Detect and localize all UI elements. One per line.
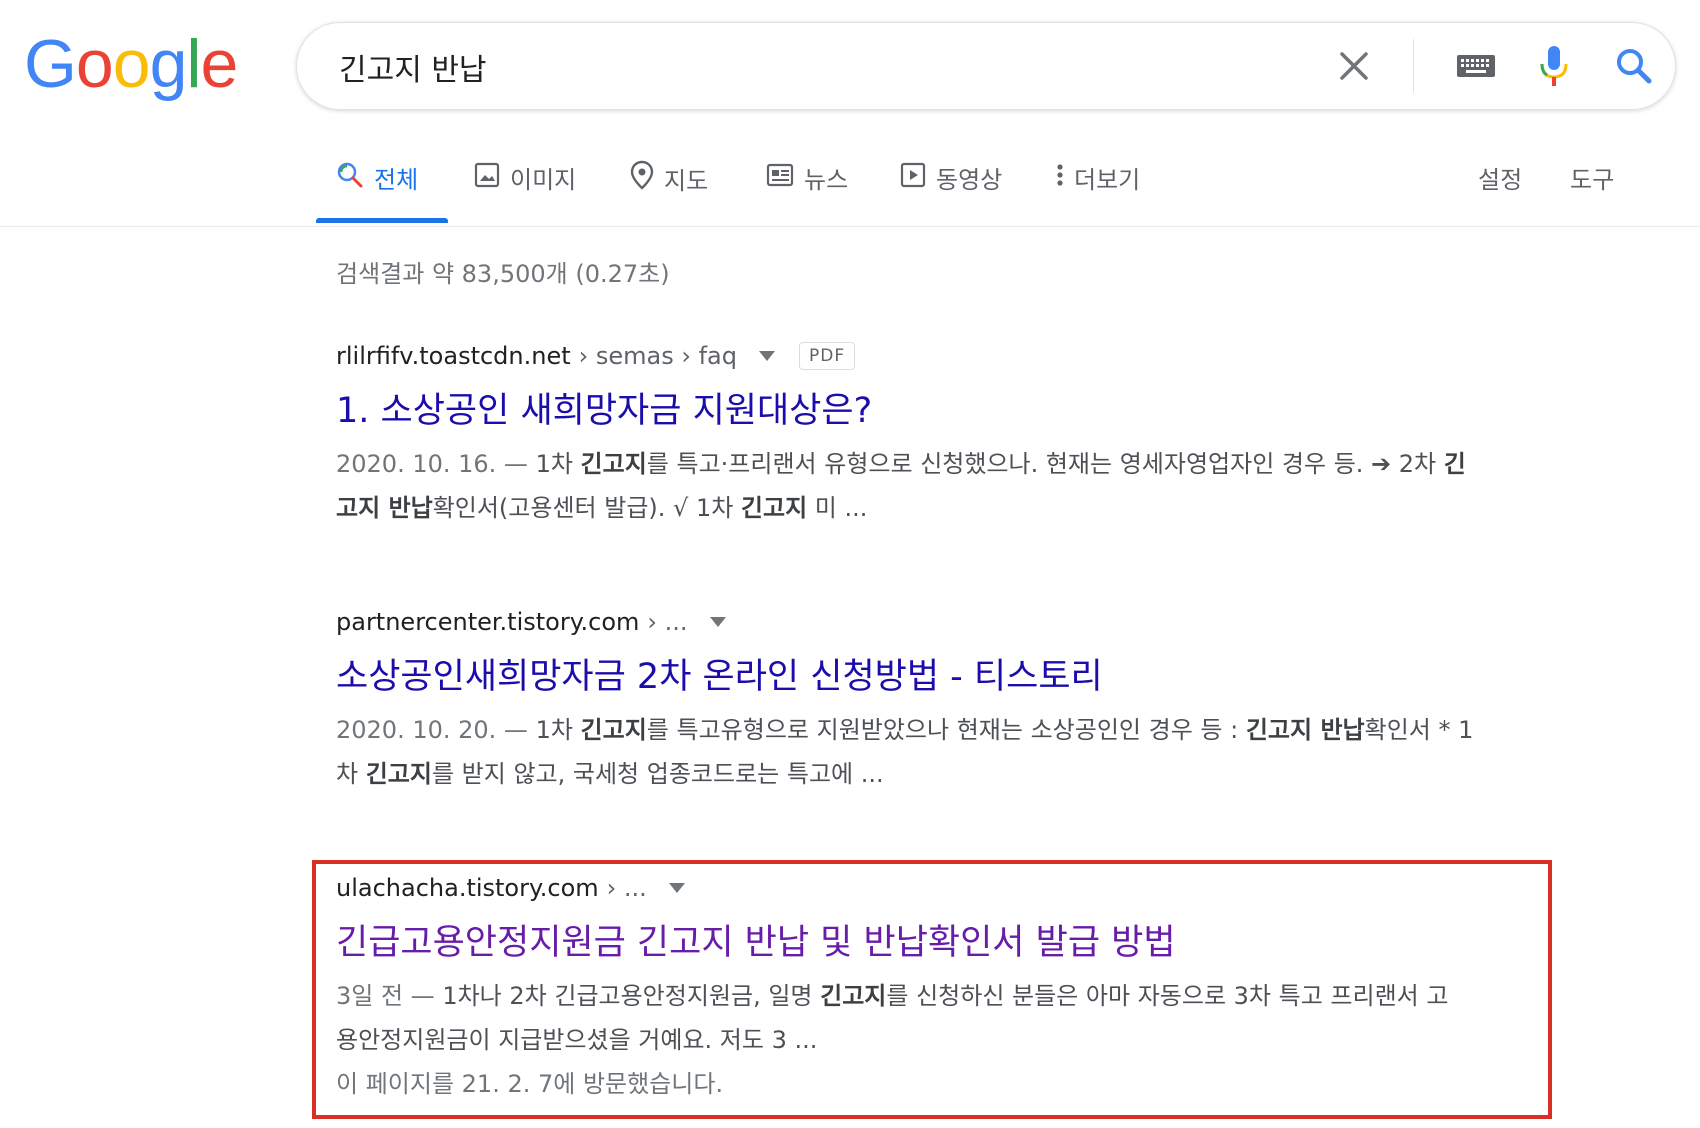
snippet-line: 2020. 10. 16. — 1차 긴고지를 특고·프리랜서 유형으로 신청했…	[336, 442, 1536, 486]
result-snippet: 3일 전 — 1차나 2차 긴급고용안정지원금, 일명 긴고지를 신청하신 분들…	[336, 974, 1536, 1062]
header-divider	[0, 226, 1700, 227]
tab-all[interactable]: 전체	[336, 160, 418, 195]
tools-link[interactable]: 도구	[1570, 160, 1614, 195]
settings-link[interactable]: 설정	[1478, 160, 1522, 195]
search-divider	[1413, 39, 1414, 93]
snippet-text: 1차나 2차 긴급고용안정지원금, 일명	[442, 982, 821, 1010]
logo-letter: G	[24, 26, 77, 102]
snippet-text: 를 신청하신 분들은 아마 자동으로 3차 특고 프리랜서 고	[886, 982, 1449, 1010]
result-path: › semas › faq	[578, 342, 737, 370]
snippet-keyword: 긴고지	[820, 982, 887, 1010]
search-result: ulachacha.tistory.com › ... 긴급고용안정지원금 긴고…	[336, 870, 1536, 1106]
caret-down-icon[interactable]	[709, 617, 726, 627]
tab-videos[interactable]: 동영상	[900, 160, 1002, 195]
snippet-keyword: 긴고지	[580, 450, 647, 478]
snippet-keyword: 긴고지	[365, 760, 432, 788]
tab-news[interactable]: 뉴스	[766, 160, 848, 195]
result-domain: partnercenter.tistory.com	[336, 608, 640, 636]
snippet-keyword: 긴고지	[580, 716, 647, 744]
tools-label: 도구	[1570, 166, 1615, 194]
result-url[interactable]: rlilrfifv.toastcdn.net › semas › faq PDF	[336, 338, 1536, 374]
snippet-text: 1차	[535, 450, 581, 478]
caret-down-icon[interactable]	[668, 883, 685, 893]
settings-label: 설정	[1478, 166, 1523, 194]
tab-maps[interactable]: 지도	[630, 160, 708, 196]
tab-label: 동영상	[936, 166, 1003, 194]
snippet-keyword: 긴	[1443, 450, 1466, 478]
logo-letter: g	[149, 26, 188, 102]
logo-letter: e	[200, 26, 239, 102]
search-tabs: 전체 이미지 지도 뉴스 동영상 더보기 설정 도구	[316, 140, 1700, 226]
logo-letter: o	[75, 26, 114, 102]
tab-label: 더보기	[1074, 166, 1141, 194]
result-path: › ...	[647, 608, 688, 636]
snippet-line: 2020. 10. 20. — 1차 긴고지를 특고유형으로 지원받았으나 현재…	[336, 708, 1536, 752]
snippet-keyword: 고지 반납	[336, 494, 433, 522]
result-domain: rlilrfifv.toastcdn.net	[336, 342, 571, 370]
result-date: 2020. 10. 16. —	[336, 450, 536, 478]
video-icon	[900, 162, 926, 194]
tab-label: 지도	[664, 166, 709, 195]
search-result: partnercenter.tistory.com › ... 소상공인새희망자…	[336, 604, 1536, 796]
close-icon[interactable]	[1319, 23, 1389, 109]
snippet-text: 용안정지원금이 지급받으셨을 거예요. 저도 3 ...	[336, 1026, 818, 1054]
logo-letter: l	[186, 26, 201, 102]
search-input[interactable]	[337, 23, 1341, 111]
result-date: 3일 전 —	[336, 982, 443, 1010]
active-tab-indicator	[316, 218, 448, 223]
snippet-rich: 1차 긴고지를 특고·프리랜서 유형으로 신청했으나. 현재는 영세자영업자인 …	[536, 450, 1466, 478]
snippet-text: 를 특고·프리랜서 유형으로 신청했으나. 현재는 영세자영업자인 경우 등. …	[646, 450, 1444, 478]
snippet-text: 차	[336, 760, 366, 788]
google-logo[interactable]: Google	[24, 30, 238, 98]
search-icon	[336, 161, 364, 195]
snippet-rich: 1차나 2차 긴급고용안정지원금, 일명 긴고지를 신청하신 분들은 아마 자동…	[442, 982, 1448, 1010]
snippet-rich: 1차 긴고지를 특고유형으로 지원받았으나 현재는 소상공인인 경우 등 : 긴…	[536, 716, 1474, 744]
microphone-icon[interactable]	[1519, 23, 1589, 109]
keyboard-icon[interactable]	[1441, 23, 1511, 109]
result-title[interactable]: 긴급고용안정지원금 긴고지 반납 및 반납확인서 발급 방법	[336, 920, 1536, 966]
news-icon	[766, 163, 794, 193]
tab-images[interactable]: 이미지	[474, 160, 576, 195]
tab-label: 전체	[374, 166, 419, 194]
search-result: rlilrfifv.toastcdn.net › semas › faq PDF…	[336, 338, 1536, 530]
more-vert-icon	[1056, 162, 1064, 194]
snippet-text: 미 ...	[807, 494, 868, 522]
snippet-keyword: 긴고지 반납	[1245, 716, 1365, 744]
tab-more[interactable]: 더보기	[1056, 160, 1140, 195]
snippet-line: 용안정지원금이 지급받으셨을 거예요. 저도 3 ...	[336, 1018, 1536, 1062]
result-path: › ...	[606, 874, 647, 902]
result-date: 2020. 10. 20. —	[336, 716, 536, 744]
result-title[interactable]: 소상공인새희망자금 2차 온라인 신청방법 - 티스토리	[336, 654, 1536, 700]
result-snippet: 2020. 10. 20. — 1차 긴고지를 특고유형으로 지원받았으나 현재…	[336, 708, 1536, 796]
snippet-text: 를 받지 않고, 국세청 업종코드로는 특고에 ...	[431, 760, 884, 788]
snippet-text: 1차	[535, 716, 581, 744]
pdf-badge: PDF	[799, 342, 856, 370]
caret-down-icon[interactable]	[759, 351, 775, 361]
tab-label: 이미지	[510, 166, 577, 194]
snippet-text: 확인서 * 1	[1364, 716, 1474, 744]
map-pin-icon	[630, 160, 654, 196]
snippet-line: 차 긴고지를 받지 않고, 국세청 업종코드로는 특고에 ...	[336, 752, 1536, 796]
search-icon[interactable]	[1599, 23, 1669, 109]
search-box	[296, 22, 1676, 111]
result-stats: 검색결과 약 83,500개 (0.27초)	[336, 260, 670, 288]
result-snippet: 2020. 10. 16. — 1차 긴고지를 특고·프리랜서 유형으로 신청했…	[336, 442, 1536, 530]
snippet-text: 를 특고유형으로 지원받았으나 현재는 소상공인인 경우 등 :	[646, 716, 1246, 744]
result-url[interactable]: ulachacha.tistory.com › ...	[336, 870, 1536, 906]
logo-letter: o	[112, 26, 151, 102]
result-title[interactable]: 1. 소상공인 새희망자금 지원대상은?	[336, 388, 1536, 434]
tab-label: 뉴스	[804, 166, 849, 194]
visited-note: 이 페이지를 21. 2. 7에 방문했습니다.	[336, 1070, 724, 1098]
snippet-line: 고지 반납확인서(고용센터 발급). √ 1차 긴고지 미 ...	[336, 486, 1536, 530]
snippet-text: 확인서(고용센터 발급). √ 1차	[432, 494, 741, 522]
snippet-line: 3일 전 — 1차나 2차 긴급고용안정지원금, 일명 긴고지를 신청하신 분들…	[336, 974, 1536, 1018]
snippet-keyword: 긴고지	[740, 494, 808, 522]
image-icon	[474, 162, 500, 194]
result-url[interactable]: partnercenter.tistory.com › ...	[336, 604, 1536, 640]
result-domain: ulachacha.tistory.com	[336, 874, 599, 902]
